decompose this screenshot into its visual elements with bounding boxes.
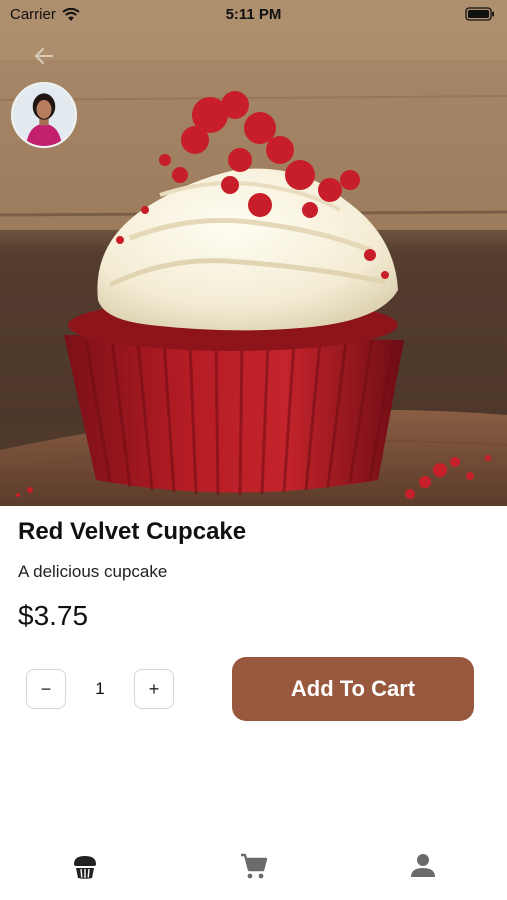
avatar[interactable] bbox=[11, 82, 77, 148]
increment-button[interactable]: + bbox=[134, 669, 174, 709]
product-price: $3.75 bbox=[18, 600, 89, 631]
status-time: 5:11 PM bbox=[225, 6, 282, 23]
product-image: Carrier 5:11 PM bbox=[0, 0, 507, 506]
add-to-cart-button[interactable]: Add To Cart bbox=[232, 657, 474, 721]
product-detail-screen: Carrier 5:11 PM Red Velvet Cupcake A del… bbox=[0, 0, 507, 900]
avatar-image bbox=[13, 84, 75, 146]
battery-icon bbox=[465, 7, 494, 21]
person-icon bbox=[410, 854, 435, 877]
tab-bar bbox=[0, 835, 507, 900]
status-bar: Carrier 5:11 PM bbox=[0, 0, 507, 30]
tab-profile[interactable] bbox=[338, 835, 507, 900]
product-description: A delicious cupcake bbox=[18, 562, 168, 581]
quantity-value: 1 bbox=[95, 679, 105, 698]
cupcake-icon bbox=[73, 856, 96, 879]
product-title: Red Velvet Cupcake bbox=[18, 518, 247, 545]
quantity-stepper: − 1 + bbox=[26, 669, 174, 709]
tab-cart[interactable] bbox=[169, 835, 338, 900]
arrow-left-icon bbox=[35, 48, 53, 64]
decrement-button[interactable]: − bbox=[26, 669, 66, 709]
tab-home[interactable] bbox=[0, 835, 169, 900]
back-button[interactable] bbox=[28, 40, 60, 72]
cart-icon bbox=[240, 853, 267, 879]
